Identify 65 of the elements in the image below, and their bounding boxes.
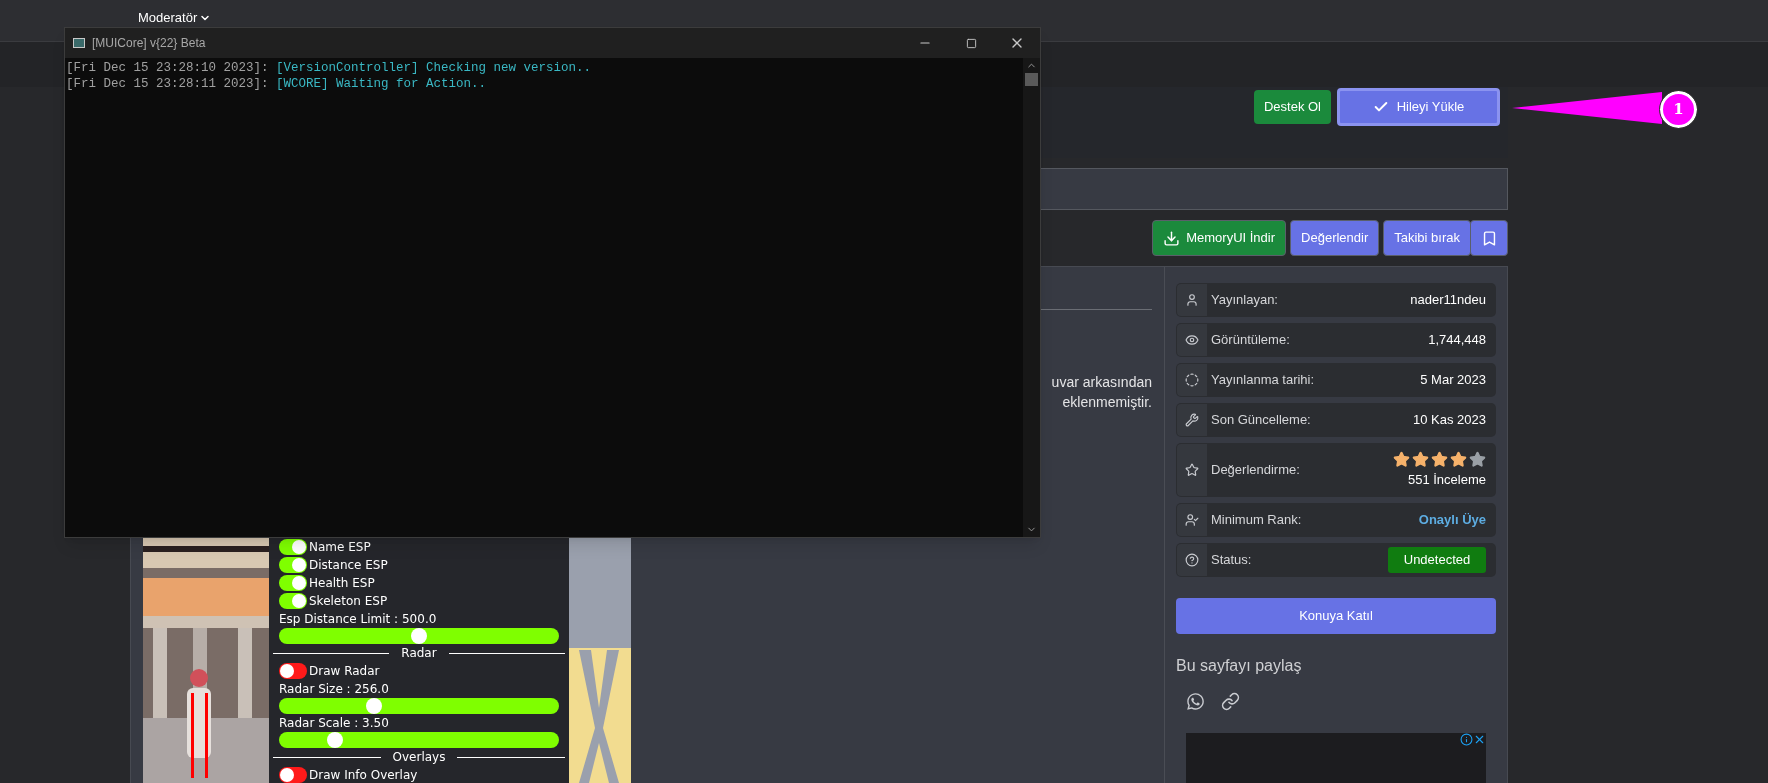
download-button[interactable]: MemoryUI İndir <box>1152 220 1287 256</box>
toggle-switch[interactable] <box>279 663 307 679</box>
slider-thumb[interactable] <box>411 628 427 644</box>
window-title: [MUICore] v{22} Beta <box>92 35 206 52</box>
rank-link[interactable]: Onaylı Üye <box>1418 510 1486 530</box>
rate-button[interactable]: Değerlendir <box>1290 220 1380 256</box>
toggle-label: Draw Info Overlay <box>309 767 418 783</box>
slider-label: Radar Scale : 3.50 <box>279 715 390 732</box>
star-icon <box>1431 450 1448 468</box>
console-line: [Fri Dec 15 23:28:11 2023]: [WCORE] Waiting for Action.. <box>66 76 488 92</box>
info-label: Status: <box>1211 551 1252 570</box>
star-icon <box>1393 450 1410 468</box>
info-label: Minimum Rank: <box>1211 511 1302 530</box>
scroll-thumb[interactable] <box>1025 73 1038 86</box>
toggle-label: Name ESP <box>309 539 371 556</box>
info-value: 10 Kas 2023 <box>1413 411 1486 430</box>
info-value: 1,744,448 <box>1428 331 1486 350</box>
maximize-icon <box>965 37 977 49</box>
moderator-menu[interactable]: Moderatör <box>138 11 212 25</box>
slider-track[interactable] <box>279 628 559 644</box>
slider-thumb[interactable] <box>327 732 343 748</box>
section-header: Overlays <box>392 749 446 766</box>
close-icon[interactable] <box>1473 733 1486 746</box>
share-title: Bu sayfayı paylaş <box>1176 656 1303 676</box>
toggle-switch[interactable] <box>279 557 307 573</box>
info-value: nader11ndeu <box>1410 291 1486 310</box>
section-header: Radar <box>401 645 437 662</box>
console-line: [Fri Dec 15 23:28:10 2023]: [VersionController] Checking new version.. <box>66 60 593 76</box>
info-label: Yayınlayan: <box>1211 291 1278 310</box>
join-button[interactable]: Konuya Katıl <box>1176 598 1496 634</box>
load-button[interactable]: Hileyi Yükle <box>1337 88 1500 126</box>
scrollbar[interactable] <box>1023 58 1040 537</box>
slider-track[interactable] <box>279 698 559 714</box>
slider-label: Esp Distance Limit : 500.0 <box>279 611 438 628</box>
support-button[interactable]: Destek Ol <box>1253 90 1331 124</box>
toggle-switch[interactable] <box>279 593 307 609</box>
status-badge: Undetected <box>1388 547 1486 573</box>
info-value: 5 Mar 2023 <box>1420 371 1486 390</box>
unfollow-button[interactable]: Takibi bırak <box>1383 220 1471 256</box>
slider-label: Radar Size : 256.0 <box>279 681 390 698</box>
review-count: 551 İnceleme <box>1407 470 1486 489</box>
whatsapp-icon[interactable] <box>1186 692 1205 711</box>
toggle-switch[interactable] <box>279 539 307 555</box>
bookmark-button[interactable] <box>1470 220 1508 256</box>
slider-track[interactable] <box>279 732 559 748</box>
toggle-switch[interactable] <box>279 575 307 591</box>
description-text: eklenmemiştir. <box>1062 393 1152 412</box>
star-icon <box>1469 450 1486 468</box>
slider-thumb[interactable] <box>366 698 383 714</box>
toggle-label: Skeleton ESP <box>309 593 388 610</box>
info-label: Yayınlanma tarihi: <box>1211 371 1315 390</box>
toggle-switch[interactable] <box>279 767 307 783</box>
annotation-marker: 1 <box>1660 91 1697 128</box>
link-icon[interactable] <box>1221 692 1240 711</box>
console-icon <box>73 38 85 48</box>
download-icon <box>1163 229 1181 247</box>
info-label: Değerlendirme: <box>1211 461 1300 480</box>
toggle-label: Draw Radar <box>309 663 380 680</box>
toggle-label: Health ESP <box>309 575 375 592</box>
info-label: Görüntüleme: <box>1211 331 1290 350</box>
star-icon <box>1450 450 1467 468</box>
description-text: uvar arkasından <box>1051 373 1152 392</box>
star-icon <box>1412 450 1429 468</box>
info-label: Son Güncelleme: <box>1211 411 1311 430</box>
toggle-label: Distance ESP <box>309 557 388 574</box>
